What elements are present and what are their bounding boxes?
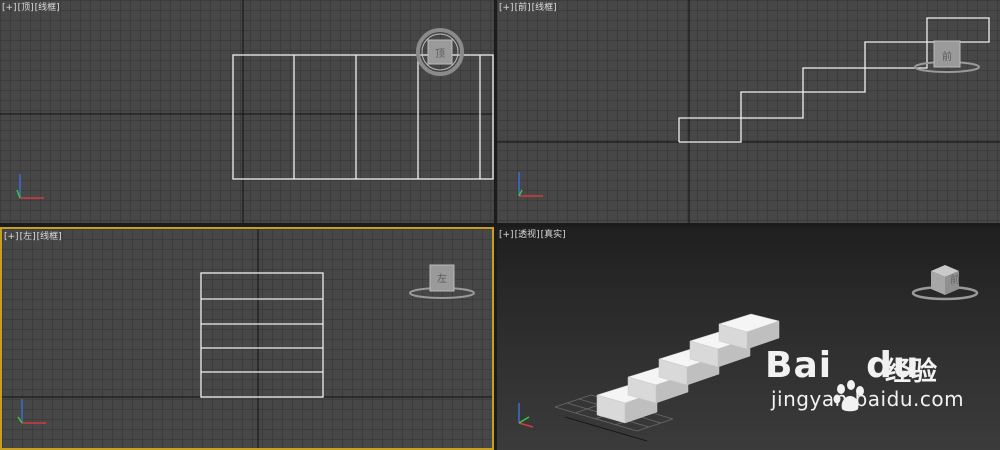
viewport-menu-button[interactable]: [+] [4,232,19,242]
viewport-perspective-label: [+][透视][真实] [499,230,567,241]
viewport-front-label: [+][前][线框] [499,3,558,14]
baidu-jingyan-watermark: Bai du 经验 jingyan.baidu.com [765,345,997,425]
axis-tripod-left [17,399,46,424]
viewport-menu-button[interactable]: [+] [499,230,514,240]
shading-mode-label[interactable]: [线框] [35,3,60,13]
shading-mode-label[interactable]: [线框] [37,232,62,242]
viewcube-front-label[interactable]: 前 [938,48,956,63]
viewcube-left-label[interactable]: 左 [433,270,451,285]
stairs-top-wireframe [232,54,494,180]
watermark-brand-a: Bai [765,345,833,386]
viewport-perspective[interactable]: 前 [+][透视][真实] Bai du 经验 jingyan.baidu.co… [497,227,1000,450]
shading-mode-label[interactable]: [线框] [532,3,557,13]
stairs-left-wireframe [200,272,324,398]
top-view-canvas [0,0,494,223]
viewport-menu-button[interactable]: [+] [2,3,17,13]
left-view-canvas [2,229,492,448]
front-view-canvas [497,0,1000,223]
viewcube-top-label[interactable]: 顶 [432,45,448,60]
view-label-top[interactable]: [顶] [18,3,34,13]
watermark-jingyan-cn: 经验 [885,357,938,387]
viewport-left-label: [+][左][线框] [4,232,63,243]
shading-mode-label[interactable]: [真实] [541,230,566,240]
viewport-menu-button[interactable]: [+] [499,3,514,13]
axis-tripod-perspective [518,403,534,428]
viewcube-perspective [911,265,979,301]
viewport-left[interactable]: 左 [+][左][线框] [0,227,494,450]
stairs-front-wireframe [678,17,990,143]
axis-tripod-top [16,174,44,199]
axis-tripod-front [518,172,543,197]
stairs-perspective-model [596,313,780,424]
viewcube-perspective-label[interactable]: 前 [948,271,962,286]
viewport-top[interactable]: 顶 [+][顶][线框] [0,0,494,223]
viewport-front[interactable]: 前 [+][前][线框] [497,0,1000,223]
watermark-url: jingyan.baidu.com [771,387,965,411]
view-label-left[interactable]: [左] [20,232,36,242]
view-label-front[interactable]: [前] [515,3,531,13]
viewport-top-label: [+][顶][线框] [2,3,61,14]
view-label-perspective[interactable]: [透视] [515,230,540,240]
